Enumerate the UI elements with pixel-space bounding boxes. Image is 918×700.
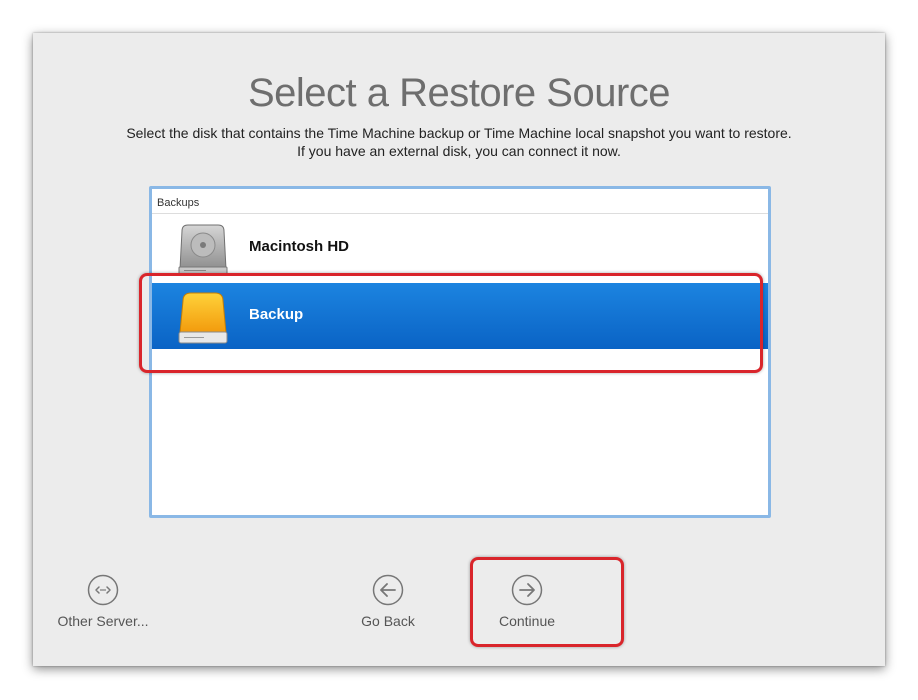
other-server-label: Other Server... — [57, 613, 149, 629]
restore-source-list[interactable]: Backups Macintosh HD Backup — [149, 186, 771, 518]
page-title: Select a Restore Source — [247, 71, 671, 115]
list-header-label: Backups — [157, 197, 200, 209]
arrow-right-circle-icon — [511, 574, 543, 606]
list-header: Backups — [152, 189, 768, 214]
continue-button[interactable]: Continue — [467, 574, 587, 630]
page-subtitle: Select the disk that contains the Time M… — [126, 125, 792, 159]
network-icon — [87, 574, 119, 606]
internal-disk-icon — [178, 224, 228, 275]
list-item-label: Backup — [249, 306, 304, 323]
restore-window: Select a Restore Source Select the disk … — [33, 33, 885, 666]
go-back-label: Go Back — [361, 613, 415, 629]
list-item-macintosh-hd[interactable]: Macintosh HD — [152, 215, 768, 281]
arrow-left-circle-icon — [372, 574, 404, 606]
other-server-button[interactable]: Other Server... — [43, 574, 163, 630]
go-back-button[interactable]: Go Back — [328, 574, 448, 630]
external-disk-icon — [178, 292, 228, 344]
list-item-label: Macintosh HD — [249, 238, 350, 255]
list-item-backup[interactable]: Backup — [152, 283, 768, 349]
continue-label: Continue — [498, 613, 556, 629]
